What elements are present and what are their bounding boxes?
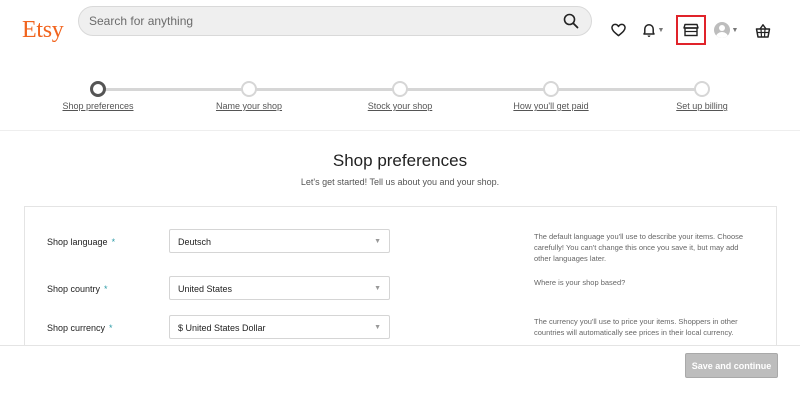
step-link-set-up-billing[interactable]: Set up billing (676, 101, 728, 111)
shop-country-select[interactable]: United States ▼ (169, 276, 390, 300)
notifications-button[interactable]: ▼ (638, 20, 668, 40)
shop-currency-value: $ United States Dollar (178, 323, 266, 333)
shop-country-help: Where is your shop based? (534, 278, 626, 287)
step-dot-shop-preferences (90, 81, 106, 97)
save-and-continue-button[interactable]: Save and continue (685, 353, 778, 378)
heart-icon (610, 23, 626, 37)
step-link-get-paid[interactable]: How you'll get paid (513, 101, 588, 111)
search-button[interactable] (561, 11, 581, 31)
required-marker: * (104, 284, 108, 294)
step-dot-stock-your-shop (392, 81, 408, 97)
chevron-down-icon: ▼ (657, 26, 665, 34)
account-avatar-icon (713, 22, 730, 38)
shop-country-label: Shop country * (47, 284, 108, 294)
shopping-basket-icon (755, 24, 771, 38)
chevron-down-icon: ▼ (374, 285, 381, 292)
shop-currency-label: Shop currency * (47, 323, 113, 333)
chevron-down-icon: ▼ (374, 324, 381, 331)
footer-bar: Save and continue (0, 345, 800, 396)
preferences-form: Shop language * Deutsch ▼ The default lan… (24, 206, 777, 366)
shop-language-value: Deutsch (178, 237, 212, 247)
step-dot-name-your-shop (241, 81, 257, 97)
step-link-shop-preferences[interactable]: Shop preferences (62, 101, 133, 111)
step-link-stock-your-shop[interactable]: Stock your shop (368, 101, 433, 111)
favorites-button[interactable] (608, 20, 628, 40)
section-divider (0, 130, 800, 131)
top-header: Etsy ▼ ▼ (0, 0, 800, 60)
chevron-down-icon: ▼ (374, 238, 381, 245)
shop-language-help: The default language you'll use to descr… (534, 232, 744, 263)
chevron-down-icon: ▼ (731, 26, 739, 34)
step-dot-set-up-billing (694, 81, 710, 97)
shop-language-select[interactable]: Deutsch ▼ (169, 229, 390, 253)
etsy-logo[interactable]: Etsy (22, 17, 64, 44)
shop-country-value: United States (178, 284, 233, 294)
bell-icon (642, 23, 655, 37)
required-marker: * (109, 323, 113, 333)
search-icon (563, 13, 579, 29)
shop-manager-icon (683, 23, 699, 37)
account-button[interactable]: ▼ (710, 20, 742, 40)
shop-currency-select[interactable]: $ United States Dollar ▼ (169, 315, 390, 339)
progress-stepper: Shop preferences Name your shop Stock yo… (0, 78, 800, 118)
shop-language-label: Shop language * (47, 237, 116, 247)
required-marker: * (111, 237, 116, 247)
page-title: Shop preferences (332, 151, 468, 170)
shop-manager-button[interactable] (676, 15, 706, 45)
search-bar[interactable] (78, 6, 592, 36)
search-input[interactable] (89, 7, 549, 35)
step-link-name-your-shop[interactable]: Name your shop (216, 101, 282, 111)
shop-currency-help: The currency you'll use to price your it… (534, 317, 738, 337)
page-subtitle: Let's get started! Tell us about you and… (300, 177, 500, 187)
step-dot-get-paid (543, 81, 559, 97)
cart-button[interactable] (752, 20, 774, 42)
